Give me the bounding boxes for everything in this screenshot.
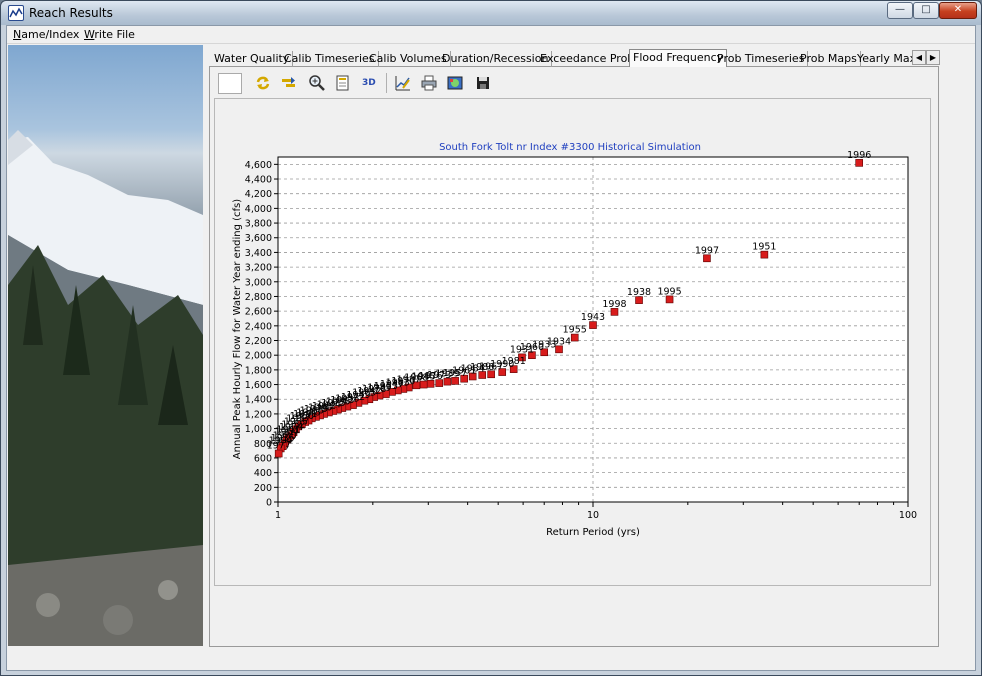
app-chart-icon[interactable]: [8, 5, 24, 21]
chart-title: South Fork Tolt nr Index #3300 Historica…: [439, 142, 701, 153]
menu-mnemonic: N: [13, 28, 22, 41]
tab-calib-volumes[interactable]: Calib Volumes: [366, 51, 451, 67]
step-icon[interactable]: [280, 74, 298, 92]
chart-toolbar: 3D: [218, 71, 518, 94]
zoom-icon[interactable]: [308, 74, 326, 92]
tab-flood-frequency[interactable]: Flood Frequency: [629, 49, 728, 67]
y-tick-label: 1,800: [245, 365, 272, 376]
y-tick-label: 3,000: [245, 277, 272, 288]
y-tick-label: 3,400: [245, 248, 272, 259]
y-tick-label: 200: [254, 483, 272, 494]
y-tick-label: 3,600: [245, 233, 272, 244]
y-tick-label: 2,600: [245, 307, 272, 318]
x-tick-label: 10: [587, 510, 599, 521]
menu-label: ame/Index: [21, 28, 80, 41]
tab-scroll-left-button[interactable]: ◀: [912, 50, 926, 65]
y-tick-label: 1,200: [245, 409, 272, 420]
y-tick-label: 4,400: [245, 175, 272, 186]
copy-image-icon[interactable]: [446, 74, 464, 92]
menu-bar: Name/Index Write File: [7, 26, 975, 44]
tab-calib-timeseries[interactable]: Calib Timeseries: [281, 51, 379, 67]
menu-mnemonic: W: [84, 28, 95, 41]
maximize-button[interactable]: □: [913, 2, 939, 19]
point-year-label: 1997: [695, 245, 719, 256]
page-icon[interactable]: [334, 74, 352, 92]
title-bar[interactable]: Reach Results — □ ✕: [1, 1, 981, 25]
x-tick-label: 1: [275, 510, 281, 521]
x-axis-label: Return Period (yrs): [546, 527, 640, 538]
tab-scroll-right-button[interactable]: ▶: [926, 50, 940, 65]
menu-label: rite File: [94, 28, 135, 41]
y-tick-label: 2,200: [245, 336, 272, 347]
y-tick-label: 1,600: [245, 380, 272, 391]
client-area: Name/Index Write File Water Quality Cali…: [6, 25, 976, 671]
point-year-label: 1943: [581, 312, 605, 323]
menu-write-file[interactable]: Write File: [84, 28, 135, 41]
tab-prob-maps[interactable]: Prob Maps: [797, 51, 861, 67]
grid-lines: [278, 157, 908, 502]
point-year-label: 1955: [563, 325, 587, 336]
y-tick-label: 4,600: [245, 160, 272, 171]
menu-name-index[interactable]: Name/Index: [13, 28, 79, 41]
close-button[interactable]: ✕: [939, 2, 977, 19]
y-tick-label: 2,400: [245, 321, 272, 332]
toolbar-separator: [386, 73, 387, 93]
y-tick-label: 2,800: [245, 292, 272, 303]
point-year-label: 1977: [267, 441, 291, 452]
y-tick-label: 400: [254, 468, 272, 479]
y-tick-label: 3,200: [245, 263, 272, 274]
refresh-icon[interactable]: [254, 74, 272, 92]
y-axis-ticks: 02004006008001,0001,2001,4001,6001,8002,…: [245, 160, 278, 509]
status-area: [8, 648, 974, 670]
app-window: Reach Results — □ ✕ Name/Index Write Fil…: [0, 0, 982, 676]
tab-duration-recession[interactable]: Duration/Recession: [439, 51, 553, 67]
tab-exceedance-prob[interactable]: Exceedance Prob: [537, 51, 639, 67]
y-tick-label: 1,000: [245, 424, 272, 435]
point-year-label: 1998: [602, 299, 626, 310]
minimize-button[interactable]: —: [887, 2, 913, 19]
color-swatch-box[interactable]: [218, 73, 242, 94]
print-icon[interactable]: [420, 74, 438, 92]
point-year-label: 1995: [657, 286, 681, 297]
y-tick-label: 3,800: [245, 219, 272, 230]
x-axis-ticks: 1 10 100: [275, 502, 917, 521]
y-tick-label: 2,000: [245, 351, 272, 362]
window-title: Reach Results: [29, 6, 113, 20]
y-tick-label: 1,400: [245, 395, 272, 406]
point-year-label: 1931: [510, 344, 534, 355]
save-icon[interactable]: [474, 74, 492, 92]
point-year-label: 1996: [847, 150, 871, 161]
mountain-photo: [8, 45, 203, 646]
3d-toggle-button[interactable]: 3D: [362, 74, 380, 92]
y-axis-label: Annual Peak Hourly Flow for Water Year e…: [232, 199, 243, 459]
flood-frequency-panel: 3D 0 200 400 600 800 1,000 1,200 1,400 1…: [209, 67, 939, 647]
chart-edit-icon[interactable]: [394, 74, 412, 92]
y-tick-label: 4,200: [245, 189, 272, 200]
point-year-label: 1938: [627, 287, 651, 298]
x-tick-label: 100: [899, 510, 917, 521]
y-tick-label: 4,000: [245, 204, 272, 215]
tab-strip: Water Quality Calib Timeseries Calib Vol…: [209, 48, 940, 67]
tab-prob-timeseries[interactable]: Prob Timeseries: [714, 51, 809, 67]
y-tick-label: 600: [254, 453, 272, 464]
flood-frequency-chart[interactable]: 0 200 400 600 800 1,000 1,200 1,400 1,600 1,800 2,…: [214, 98, 931, 586]
point-year-label: 1951: [752, 242, 776, 253]
y-tick-label: 0: [266, 498, 272, 509]
chart-canvas: 02004006008001,0001,2001,4001,6001,8002,…: [232, 142, 917, 538]
